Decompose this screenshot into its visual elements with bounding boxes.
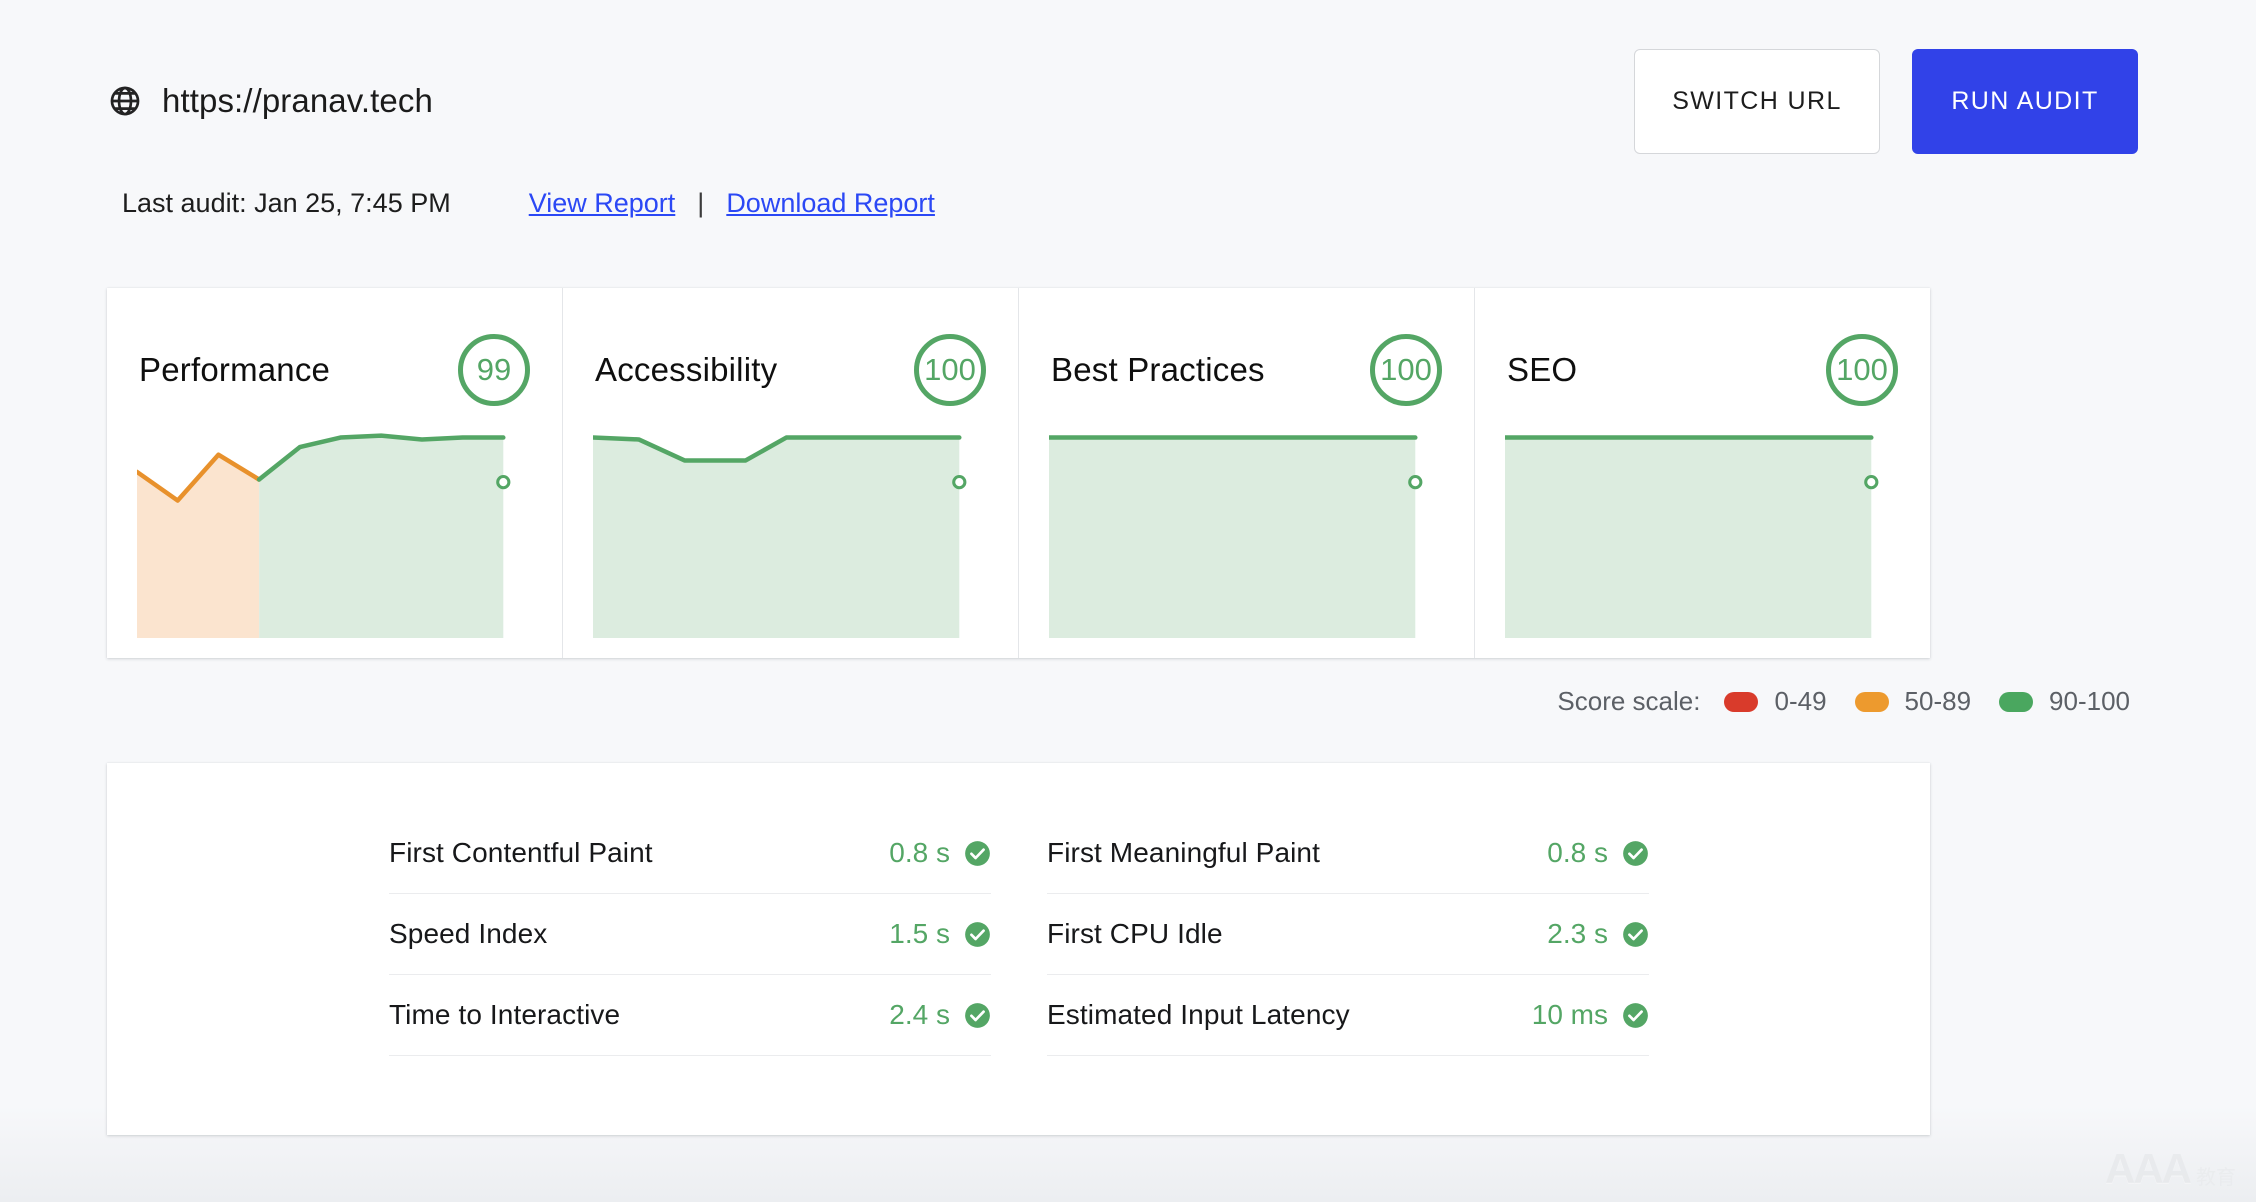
metric-label: Speed Index [389, 918, 548, 949]
metrics-column-left: First Contentful Paint 0.8 s Speed Index [389, 813, 991, 1056]
metric-value: 0.8 s [1547, 837, 1608, 868]
score-value: 100 [1836, 352, 1888, 387]
switch-url-button[interactable]: SWITCH URL [1634, 48, 1880, 154]
card-title: SEO [1507, 351, 1578, 388]
card-title: Performance [139, 351, 331, 388]
check-circle-icon [1622, 921, 1649, 948]
metric-result: 10 ms [1532, 999, 1649, 1031]
header: https://pranav.tech SWITCH URL RUN AUDIT [108, 46, 2138, 156]
watermark-main-text: AAA [2105, 1145, 2192, 1192]
score-card-accessibility[interactable]: Accessibility 100 [563, 288, 1019, 658]
audit-meta-row: Last audit: Jan 25, 7:45 PM View Report … [122, 188, 935, 219]
lighthouse-dashboard: https://pranav.tech SWITCH URL RUN AUDIT… [0, 0, 2256, 1202]
link-separator: | [697, 188, 705, 218]
legend-label: 50-89 [1904, 686, 1972, 716]
metric-row: First CPU Idle 2.3 s [1047, 894, 1649, 975]
metric-result: 0.8 s [1547, 837, 1649, 869]
legend-item-poor: 0-49 [1724, 686, 1827, 717]
score-gauge: 99 [458, 334, 530, 406]
metric-value: 2.3 s [1547, 918, 1608, 949]
metric-result: 1.5 s [889, 918, 991, 950]
metrics-grid: First Contentful Paint 0.8 s Speed Index [389, 813, 1649, 1056]
sparkline-accessibility [593, 428, 1000, 638]
score-value: 100 [1380, 352, 1432, 387]
score-card-best-practices[interactable]: Best Practices 100 [1019, 288, 1475, 658]
legend-label: 0-49 [1774, 686, 1827, 716]
metric-row: First Contentful Paint 0.8 s [389, 813, 991, 894]
metrics-card: First Contentful Paint 0.8 s Speed Index [107, 763, 1930, 1135]
last-audit-timestamp: Last audit: Jan 25, 7:45 PM [122, 188, 451, 218]
card-header: Best Practices 100 [1051, 334, 1442, 406]
metric-label: Estimated Input Latency [1047, 999, 1350, 1030]
watermark: AAA 教育 [2105, 1148, 2236, 1190]
card-title: Best Practices [1051, 351, 1265, 388]
score-value: 100 [924, 352, 976, 387]
check-circle-icon [964, 921, 991, 948]
metric-row: Time to Interactive 2.4 s [389, 975, 991, 1056]
metric-label: Time to Interactive [389, 999, 621, 1030]
card-header: SEO 100 [1507, 334, 1898, 406]
metric-result: 2.4 s [889, 999, 991, 1031]
run-audit-button[interactable]: RUN AUDIT [1912, 48, 2138, 154]
metric-label: First Meaningful Paint [1047, 837, 1320, 868]
metric-value: 10 ms [1531, 999, 1608, 1030]
swatch-orange-icon [1854, 691, 1889, 712]
check-circle-icon [964, 840, 991, 867]
metrics-column-right: First Meaningful Paint 0.8 s First CPU I… [1047, 813, 1649, 1056]
metric-label: First Contentful Paint [389, 837, 653, 868]
score-cards-strip: Performance 99 Accessibility 100 Best Pr… [107, 288, 1930, 658]
score-card-seo[interactable]: SEO 100 [1475, 288, 1930, 658]
check-circle-icon [1622, 1002, 1649, 1029]
swatch-red-icon [1724, 691, 1759, 712]
sparkline-performance [137, 428, 544, 638]
score-card-performance[interactable]: Performance 99 [107, 288, 563, 658]
score-value: 99 [476, 352, 512, 387]
metric-row: Estimated Input Latency 10 ms [1047, 975, 1649, 1056]
sparkline-best-practices [1049, 428, 1456, 638]
card-header: Performance 99 [139, 334, 530, 406]
check-circle-icon [964, 1002, 991, 1029]
check-circle-icon [1622, 840, 1649, 867]
metric-value: 0.8 s [889, 837, 950, 868]
score-gauge: 100 [914, 334, 986, 406]
card-title: Accessibility [595, 351, 778, 388]
score-scale-label: Score scale: [1557, 686, 1701, 716]
header-actions: SWITCH URL RUN AUDIT [1634, 48, 2138, 154]
url-display: https://pranav.tech [108, 82, 433, 120]
globe-icon [108, 84, 142, 118]
metric-value: 2.4 s [889, 999, 950, 1030]
score-gauge: 100 [1370, 334, 1442, 406]
metric-row: First Meaningful Paint 0.8 s [1047, 813, 1649, 894]
metric-label: First CPU Idle [1047, 918, 1223, 949]
metric-result: 0.8 s [889, 837, 991, 869]
swatch-green-icon [1999, 691, 2034, 712]
score-gauge: 100 [1826, 334, 1898, 406]
metric-result: 2.3 s [1547, 918, 1649, 950]
sparkline-seo [1505, 428, 1912, 638]
legend-item-good: 90-100 [1999, 686, 2130, 717]
card-header: Accessibility 100 [595, 334, 986, 406]
metric-value: 1.5 s [889, 918, 950, 949]
watermark-sub-text: 教育 [2196, 1165, 2236, 1189]
legend-item-average: 50-89 [1854, 686, 1972, 717]
view-report-link[interactable]: View Report [529, 188, 676, 219]
audited-url-text: https://pranav.tech [162, 82, 433, 119]
legend-label: 90-100 [2049, 686, 2130, 716]
metric-row: Speed Index 1.5 s [389, 894, 991, 975]
score-scale-legend: Score scale: 0-49 50-89 90-100 [1557, 686, 2130, 717]
download-report-link[interactable]: Download Report [726, 188, 935, 219]
